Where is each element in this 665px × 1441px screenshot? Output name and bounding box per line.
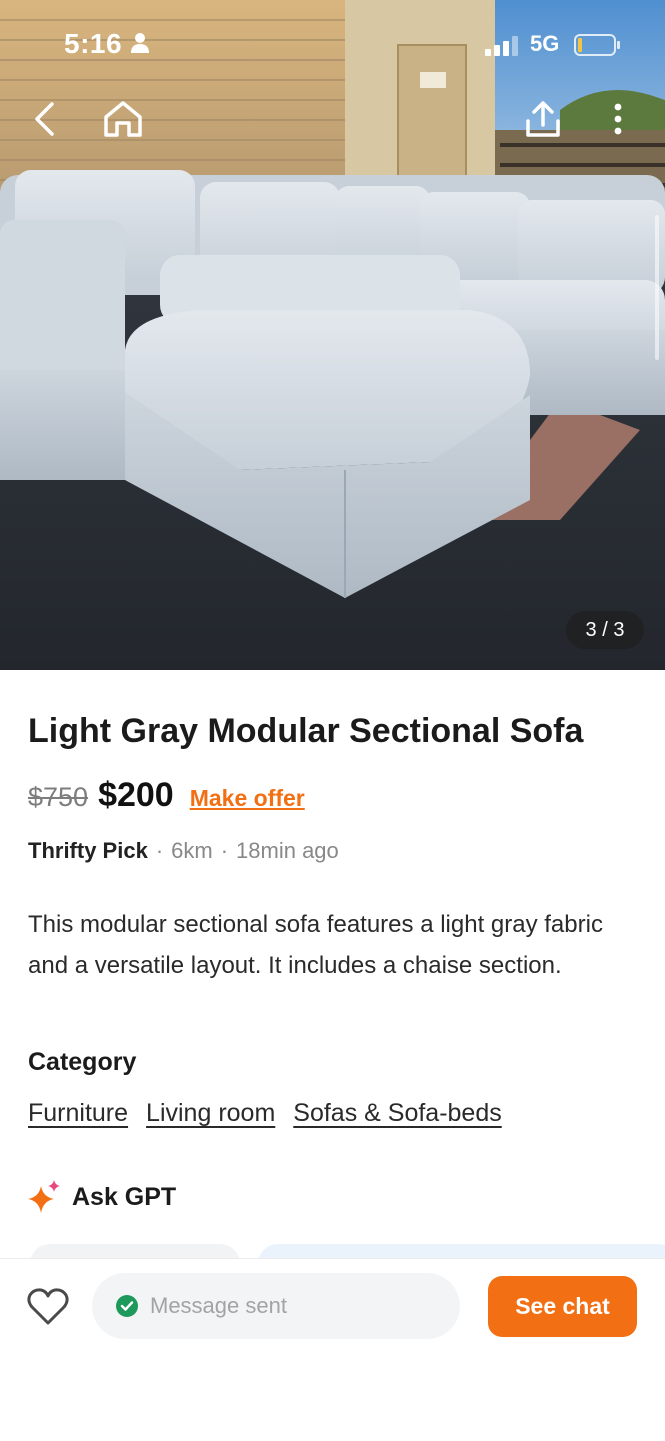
image-scrollbar	[655, 215, 659, 360]
heart-icon	[27, 1288, 69, 1325]
posted-time: 18min ago	[236, 838, 339, 863]
battery-icon	[574, 34, 620, 56]
image-counter: 3 / 3	[566, 611, 644, 649]
ask-gpt-label: Ask GPT	[72, 1182, 177, 1211]
share-icon	[526, 101, 560, 137]
back-button[interactable]	[22, 96, 68, 142]
listing-description: This modular sectional sofa features a l…	[28, 911, 603, 979]
separator: ·	[220, 838, 229, 863]
category-link[interactable]: Furniture	[28, 1099, 128, 1128]
see-chat-button[interactable]: See chat	[488, 1276, 637, 1337]
person-icon	[131, 33, 149, 53]
message-status-text: Message sent	[150, 1293, 287, 1318]
listing-meta: Thrifty Pick · 6km · 18min ago	[28, 838, 339, 864]
seller-name[interactable]: Thrifty Pick	[28, 838, 148, 863]
ask-gpt-section[interactable]: Ask GPT	[28, 1180, 176, 1214]
favorite-button[interactable]	[26, 1287, 70, 1327]
category-link[interactable]: Sofas & Sofa-beds	[293, 1099, 501, 1128]
network-type: 5G	[530, 31, 560, 56]
share-button[interactable]	[518, 94, 568, 144]
category-link[interactable]: Living room	[146, 1099, 275, 1128]
category-heading: Category	[28, 1048, 137, 1076]
more-options-button[interactable]	[598, 96, 638, 142]
make-offer-link[interactable]: Make offer	[190, 785, 305, 812]
distance: 6km	[171, 838, 213, 863]
back-icon	[35, 102, 54, 136]
bottom-action-bar: Message sent See chat	[0, 1258, 665, 1441]
signal-icon	[485, 36, 518, 56]
more-icon	[614, 103, 622, 135]
message-status-field[interactable]: Message sent	[92, 1273, 460, 1339]
original-price: $750	[28, 782, 89, 812]
check-icon	[116, 1295, 138, 1317]
status-bar: 5:16 5G	[0, 0, 665, 90]
listing-title: Light Gray Modular Sectional Sofa	[28, 712, 584, 750]
category-list: Furniture Living room Sofas & Sofa-beds	[28, 1099, 502, 1128]
current-price: $200	[98, 776, 174, 814]
listing-photo[interactable]: 5:16 5G 3 / 3	[0, 0, 665, 670]
home-button[interactable]	[98, 94, 148, 144]
price-row: $750 $200 Make offer	[28, 776, 305, 815]
separator: ·	[155, 838, 164, 863]
status-time: 5:16	[64, 28, 123, 59]
sparkle-icon	[28, 1180, 60, 1213]
home-icon	[104, 101, 142, 137]
